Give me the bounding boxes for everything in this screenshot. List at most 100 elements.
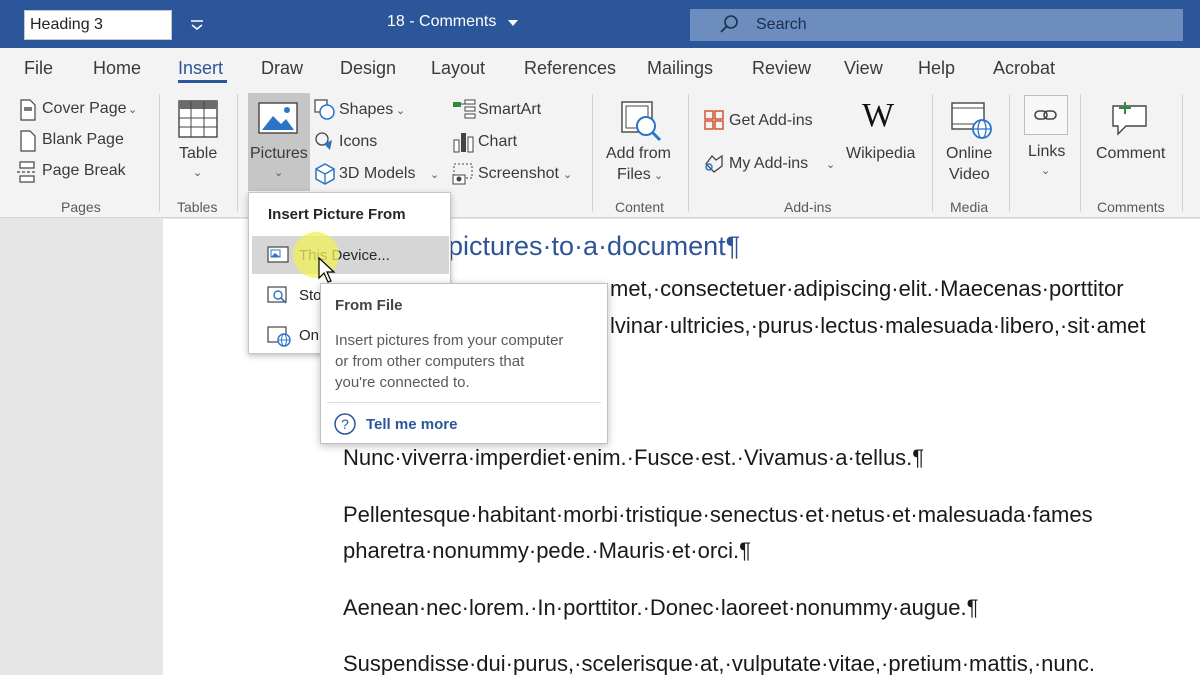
- tab-design[interactable]: Design: [340, 58, 396, 79]
- shapes-icon: [314, 99, 335, 120]
- group-divider: [1009, 94, 1010, 212]
- blank-page-button[interactable]: Blank Page: [42, 131, 124, 149]
- get-addins-button[interactable]: Get Add-ins: [729, 112, 813, 130]
- tab-references[interactable]: References: [524, 58, 616, 79]
- group-label-media: Media: [950, 199, 989, 215]
- 3d-models-button[interactable]: 3D Models: [339, 165, 415, 183]
- screenshot-button[interactable]: Screenshot: [478, 165, 559, 183]
- tab-insert[interactable]: Insert: [178, 58, 223, 79]
- group-divider: [1182, 94, 1183, 212]
- tab-file[interactable]: File: [24, 58, 53, 79]
- document-paragraph[interactable]: Aenean·nec·lorem.·In·porttitor.·Donec·la…: [343, 595, 978, 621]
- chevron-down-icon[interactable]: ⌄: [128, 103, 137, 116]
- link-icon: [1034, 110, 1057, 120]
- active-tab-indicator: [178, 80, 227, 83]
- tell-me-more-link[interactable]: Tell me more: [366, 416, 457, 433]
- my-addins-button[interactable]: My Add-ins: [729, 155, 808, 173]
- group-divider: [1080, 94, 1081, 212]
- search-icon: [720, 15, 738, 33]
- tooltip-description: you're connected to.: [335, 374, 470, 391]
- tooltip-divider: [327, 402, 601, 403]
- chevron-down-icon[interactable]: ⌄: [396, 104, 405, 117]
- add-from-files-label-2[interactable]: Files: [617, 166, 651, 184]
- document-title[interactable]: 18 - Comments: [387, 13, 496, 31]
- group-label-content: Content: [615, 199, 665, 215]
- menu-item-online-pictures[interactable]: On: [299, 327, 319, 344]
- comment-button[interactable]: Comment: [1096, 145, 1165, 163]
- menu-header: Insert Picture From: [268, 206, 406, 223]
- chevron-down-icon[interactable]: ⌄: [563, 168, 572, 181]
- new-comment-icon: [1112, 102, 1147, 136]
- tab-review[interactable]: Review: [752, 58, 811, 79]
- chart-icon: [453, 133, 474, 153]
- group-divider: [932, 94, 933, 212]
- group-divider: [237, 94, 238, 212]
- this-device-icon: [267, 246, 289, 263]
- dropdown-icon: [191, 20, 203, 30]
- document-heading[interactable]: pictures·to·a·document¶: [448, 231, 740, 262]
- links-icon-frame: [1024, 95, 1068, 135]
- ribbon-tab-bar: File Home Insert Draw Design Layout Refe…: [0, 48, 1200, 90]
- chevron-down-icon[interactable]: ⌄: [1041, 164, 1050, 177]
- pictures-label: Pictures: [250, 145, 308, 162]
- online-video-label-2[interactable]: Video: [949, 166, 990, 184]
- page-break-icon: [17, 161, 37, 183]
- document-line[interactable]: met,·consectetuer·adipiscing·elit.·Maece…: [610, 276, 1124, 302]
- table-icon: [178, 100, 218, 138]
- pictures-icon: [258, 102, 298, 134]
- chevron-down-icon[interactable]: ⌄: [826, 158, 835, 171]
- style-name-box[interactable]: Heading 3: [24, 10, 172, 40]
- online-video-button[interactable]: Online: [946, 145, 992, 163]
- group-label-pages: Pages: [61, 199, 101, 215]
- tab-mailings[interactable]: Mailings: [647, 58, 713, 79]
- icons-icon: [315, 132, 332, 150]
- tooltip-title: From File: [335, 297, 403, 314]
- document-line[interactable]: pharetra·nonummy·pede.·Mauris·et·orci.¶: [343, 538, 751, 564]
- chevron-down-icon[interactable]: ⌄: [430, 168, 439, 181]
- cover-page-icon: [20, 99, 36, 121]
- add-from-files-button[interactable]: Add from: [606, 145, 671, 163]
- group-label-comments: Comments: [1097, 199, 1165, 215]
- customize-qat-button[interactable]: [186, 12, 208, 36]
- chart-button[interactable]: Chart: [478, 133, 517, 151]
- cover-page-button[interactable]: Cover Page: [42, 100, 127, 118]
- store-icon: [704, 110, 724, 130]
- menu-item-stock-images[interactable]: Sto: [299, 287, 322, 304]
- online-pictures-icon: [267, 326, 291, 347]
- add-from-files-icon: [621, 101, 662, 142]
- group-label-tables: Tables: [177, 199, 218, 215]
- document-paragraph[interactable]: Nunc·viverra·imperdiet·enim.·Fusce·est.·…: [343, 445, 924, 471]
- icons-button[interactable]: Icons: [339, 133, 377, 151]
- smartart-button[interactable]: SmartArt: [478, 101, 541, 119]
- smartart-icon: [453, 99, 476, 119]
- document-line[interactable]: lvinar·ultricies,·purus·lectus·malesuada…: [610, 313, 1146, 339]
- tab-layout[interactable]: Layout: [431, 58, 485, 79]
- wikipedia-button[interactable]: Wikipedia: [846, 145, 915, 163]
- mouse-pointer-icon: [318, 257, 336, 283]
- group-label-addins: Add-ins: [784, 199, 832, 215]
- my-addins-icon: [705, 154, 723, 173]
- search-placeholder: Search: [756, 16, 807, 33]
- from-file-tooltip: From File Insert pictures from your comp…: [320, 283, 608, 444]
- group-divider: [159, 94, 160, 212]
- document-paragraph[interactable]: Pellentesque·habitant·morbi·tristique·se…: [343, 502, 1093, 528]
- tab-view[interactable]: View: [844, 58, 883, 79]
- tab-home[interactable]: Home: [93, 58, 141, 79]
- chevron-down-icon[interactable]: ⌄: [193, 166, 202, 179]
- shapes-button[interactable]: Shapes: [339, 101, 393, 119]
- table-button[interactable]: Table: [179, 145, 217, 163]
- chevron-down-icon: ⌄: [274, 167, 284, 179]
- links-button[interactable]: Links: [1028, 143, 1065, 161]
- tab-draw[interactable]: Draw: [261, 58, 303, 79]
- chevron-down-icon[interactable]: [508, 20, 518, 26]
- document-paragraph[interactable]: Suspendisse·dui·purus,·scelerisque·at,·v…: [343, 651, 1095, 675]
- tab-help[interactable]: Help: [918, 58, 955, 79]
- wikipedia-icon: W: [862, 97, 895, 134]
- stock-images-icon: [267, 286, 287, 304]
- chevron-down-icon[interactable]: ⌄: [654, 169, 663, 182]
- tab-acrobat[interactable]: Acrobat: [993, 58, 1055, 79]
- page-break-button[interactable]: Page Break: [42, 162, 126, 180]
- help-icon: ?: [334, 413, 356, 435]
- group-divider: [592, 94, 593, 212]
- online-video-icon: [951, 102, 992, 139]
